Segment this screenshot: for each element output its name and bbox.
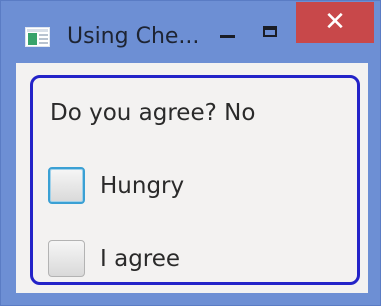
agree-checkbox-box[interactable] [48,240,85,277]
close-button[interactable]: ✕ [296,2,374,43]
close-icon: ✕ [324,7,346,37]
app-window: Using Che... ✕ Do you agree? No Hungry I… [0,0,381,306]
agree-checkbox-label[interactable]: I agree [100,244,180,274]
minimize-icon [220,35,235,38]
agreement-status-label: Do you agree? No [50,98,255,128]
status-value: No [224,100,256,126]
hungry-checkbox-box[interactable] [48,167,85,204]
content-pane: Do you agree? No Hungry I agree [16,63,368,293]
minimize-button[interactable] [213,15,243,55]
agree-checkbox[interactable]: I agree [48,240,248,280]
title-bar[interactable]: Using Che... ✕ [1,1,380,63]
maximize-icon [263,26,277,37]
hungry-checkbox-label[interactable]: Hungry [100,171,184,201]
status-prefix: Do you agree? [50,100,217,126]
hungry-checkbox[interactable]: Hungry [48,167,248,207]
java-app-icon [25,27,50,47]
maximize-button[interactable] [255,15,287,55]
window-title: Using Che... [67,24,200,49]
